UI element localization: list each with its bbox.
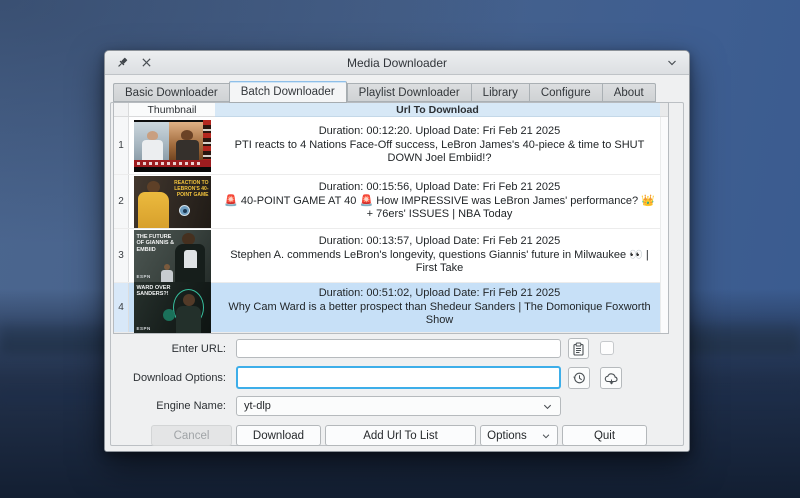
cloud-download-button[interactable] — [600, 367, 622, 389]
window-title: Media Downloader — [347, 56, 447, 70]
desktop-wallpaper: Media Downloader Basic Downloader Batch … — [0, 0, 800, 498]
app-window: Media Downloader Basic Downloader Batch … — [104, 50, 690, 452]
column-header-url[interactable]: Url To Download — [215, 103, 660, 117]
table-row[interactable]: 3 THE FUTURE OF GIANNIS & EMBIID ESPN Du… — [114, 229, 668, 283]
download-options-label: Download Options: — [113, 372, 231, 384]
download-list-table: Thumbnail Url To Download 1 — [113, 102, 669, 334]
options-button[interactable]: Options — [480, 425, 558, 446]
download-options-row: Download Options: — [105, 366, 690, 390]
tab-configure[interactable]: Configure — [529, 83, 602, 102]
engine-selected-value: yt-dlp — [244, 400, 271, 412]
video-duration-line: Duration: 00:13:57, Upload Date: Fri Feb… — [319, 235, 561, 249]
video-title: PTI reacts to 4 Nations Face-Off success… — [221, 139, 658, 166]
enter-url-row: Enter URL: — [105, 339, 690, 358]
espn-watermark: ESPN — [137, 274, 151, 279]
engine-name-label: Engine Name: — [113, 400, 231, 412]
thumbnail-caption: WARD OVER SANDERS?! — [137, 285, 183, 298]
tab-bar: Basic Downloader Batch Downloader Playli… — [113, 81, 656, 102]
paste-clipboard-button[interactable] — [568, 338, 589, 359]
cancel-button[interactable]: Cancel — [151, 425, 232, 446]
tab-library[interactable]: Library — [471, 83, 529, 102]
thumbnail-caption: THE FUTURE OF GIANNIS & EMBIID — [137, 234, 179, 254]
video-thumbnail-ward: WARD OVER SANDERS?! ESPN — [134, 282, 211, 334]
video-thumbnail-lebron: REACTION TO LEBRON'S 40-POINT GAME — [134, 176, 211, 228]
column-header-thumbnail[interactable]: Thumbnail — [129, 103, 215, 117]
thumbnail-caption: REACTION TO LEBRON'S 40-POINT GAME — [166, 180, 209, 198]
download-options-input[interactable] — [236, 366, 561, 389]
button-row: Cancel Download Add Url To List Options … — [105, 425, 690, 446]
chevron-down-icon — [542, 401, 553, 412]
table-corner-cell — [114, 103, 129, 117]
engine-select[interactable]: yt-dlp — [236, 396, 561, 416]
scrollbar-corner — [660, 103, 668, 117]
tab-about[interactable]: About — [602, 83, 656, 102]
titlebar: Media Downloader — [105, 51, 689, 75]
quit-button[interactable]: Quit — [562, 425, 647, 446]
tab-basic-downloader[interactable]: Basic Downloader — [113, 83, 229, 102]
table-header-row: Thumbnail Url To Download — [114, 103, 668, 117]
row-number: 4 — [114, 283, 129, 332]
monitor-clipboard-checkbox[interactable] — [600, 341, 614, 355]
close-icon[interactable] — [138, 55, 154, 71]
table-row[interactable]: 1 Duration: 00:12:20. Upload Date: Fri F… — [114, 117, 668, 175]
video-title: 🚨 40-POINT GAME AT 40 🚨 How IMPRESSIVE w… — [221, 195, 658, 222]
chevron-down-icon — [541, 431, 551, 441]
table-row-selected[interactable]: 4 WARD OVER SANDERS?! ESPN Duration: 00:… — [114, 283, 668, 333]
video-duration-line: Duration: 00:12:20. Upload Date: Fri Feb… — [319, 125, 561, 139]
row-number: 1 — [114, 117, 129, 174]
shade-chevron-icon[interactable] — [664, 55, 680, 71]
tab-playlist-downloader[interactable]: Playlist Downloader — [347, 83, 471, 102]
table-row[interactable]: 2 REACTION TO LEBRON'S 40-POINT GAME Dur… — [114, 175, 668, 229]
table-scrollbar[interactable] — [660, 117, 668, 333]
video-thumbnail-pti — [134, 120, 211, 172]
add-url-to-list-button[interactable]: Add Url To List — [325, 425, 476, 446]
url-input[interactable] — [236, 339, 561, 358]
video-title: Stephen A. commends LeBron's longevity, … — [221, 249, 658, 276]
options-history-button[interactable] — [568, 367, 590, 389]
engine-name-row: Engine Name: yt-dlp — [105, 396, 690, 416]
download-button[interactable]: Download — [236, 425, 321, 446]
video-duration-line: Duration: 00:15:56, Upload Date: Fri Feb… — [319, 181, 561, 195]
video-title: Why Cam Ward is a better prospect than S… — [221, 301, 658, 328]
window-content: Basic Downloader Batch Downloader Playli… — [105, 76, 689, 451]
enter-url-label: Enter URL: — [113, 343, 231, 355]
espn-watermark: ESPN — [137, 326, 151, 331]
row-number: 2 — [114, 175, 129, 228]
video-thumbnail-giannis: THE FUTURE OF GIANNIS & EMBIID ESPN — [134, 230, 211, 282]
video-duration-line: Duration: 00:51:02, Upload Date: Fri Feb… — [319, 287, 561, 301]
row-number: 3 — [114, 229, 129, 282]
pin-icon[interactable] — [114, 55, 130, 71]
tab-batch-downloader[interactable]: Batch Downloader — [229, 81, 347, 103]
